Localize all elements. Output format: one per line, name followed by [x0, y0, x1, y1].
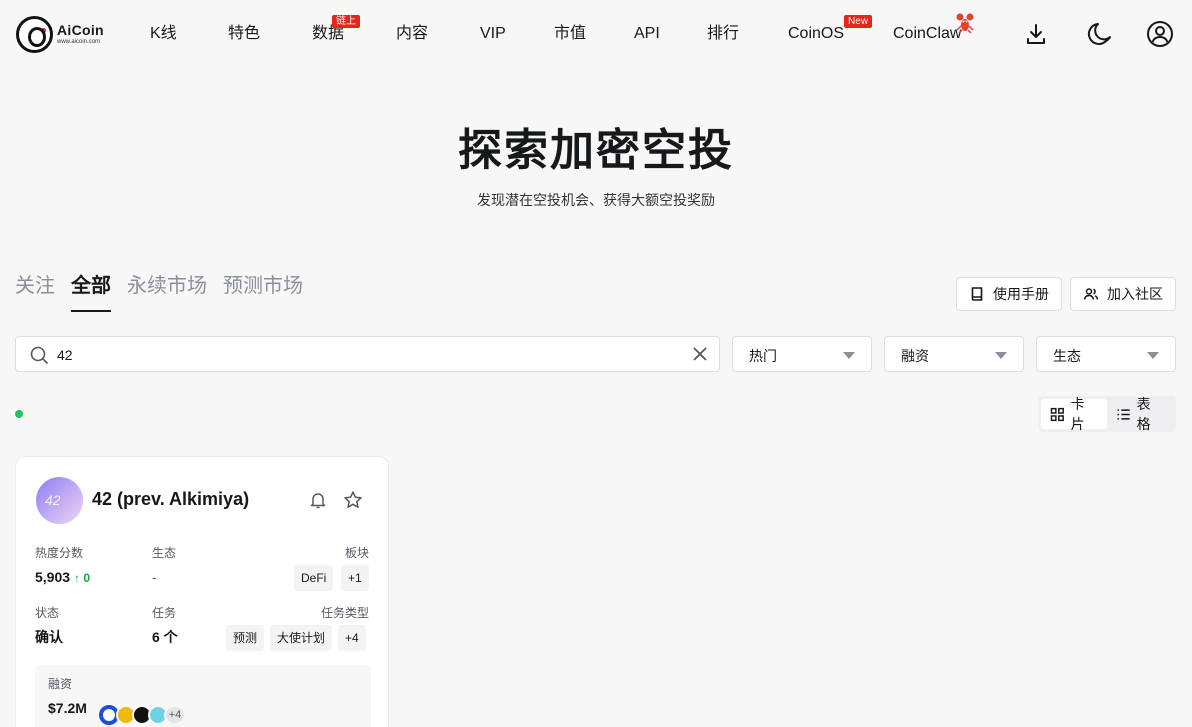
funding-select-value: 融资 [901, 348, 929, 364]
star-icon[interactable] [343, 490, 363, 510]
logo-url: www.aicoin.com [57, 39, 101, 45]
tab-prediction-markets[interactable]: 预测市场 [223, 272, 303, 312]
nav-item-kline[interactable]: K线 [150, 24, 177, 44]
tasks-label: 任务 [152, 606, 177, 620]
status-value: 确认 [35, 629, 63, 645]
logo-name: AiCoin [57, 22, 104, 38]
heat-score-value: 5,903 ↑ 0 [35, 569, 91, 585]
user-manual-label: 使用手册 [993, 286, 1049, 302]
sort-select-value: 热门 [749, 348, 777, 364]
page-title: 探索加密空投 [458, 125, 734, 176]
view-mode-toggle: 卡片 表格 [1038, 396, 1176, 432]
project-name[interactable]: 42 (prev. Alkimiya) [92, 489, 249, 510]
logo-mark-icon [16, 15, 53, 53]
card-view-label: 卡片 [1070, 396, 1085, 432]
nav-item-data[interactable]: 数据 链上 [312, 15, 361, 44]
search-input[interactable]: 42 [57, 346, 73, 364]
search-box: 42 [15, 336, 720, 372]
aicoin-logo[interactable]: AiCoin www.aicoin.com [16, 14, 114, 54]
ecosystem-label: 生态 [152, 546, 177, 560]
card-view-button[interactable]: 卡片 [1041, 396, 1107, 432]
onchain-badge: 链上 [332, 15, 361, 28]
task-type-label: 任务类型 [320, 606, 369, 620]
table-view-button[interactable]: 表格 [1107, 396, 1173, 432]
join-community-label: 加入社区 [1107, 286, 1163, 302]
download-icon[interactable] [1022, 20, 1050, 48]
chevron-down-icon [843, 352, 855, 359]
search-icon [30, 346, 48, 364]
tab-perpetual-markets[interactable]: 永续市场 [127, 272, 207, 312]
funding-select[interactable]: 融资 [884, 336, 1024, 372]
top-navbar: AiCoin www.aicoin.com K线 特色 数据 链上 内容 VIP… [0, 0, 1192, 68]
task-type-tag: 预测 [226, 625, 265, 651]
clear-search-icon[interactable] [692, 346, 708, 362]
chevron-down-icon [1147, 352, 1159, 359]
project-avatar: 42 [36, 477, 83, 524]
user-account-icon[interactable] [1146, 20, 1174, 48]
task-type-more-tag[interactable]: +4 [338, 625, 366, 651]
funding-label: 融资 [48, 677, 73, 691]
tab-following[interactable]: 关注 [15, 272, 55, 312]
heat-score-label: 热度分数 [35, 546, 84, 560]
ecosystem-select-value: 生态 [1053, 348, 1081, 364]
nav-item-coinclaw[interactable]: CoinClaw [893, 24, 961, 44]
investors-more[interactable]: +4 [164, 705, 186, 725]
heat-change: ↑ 0 [74, 571, 91, 585]
table-view-label: 表格 [1136, 396, 1151, 432]
nav-item-market-cap[interactable]: 市值 [554, 24, 586, 44]
tab-all[interactable]: 全部 [71, 272, 111, 312]
status-label: 状态 [35, 606, 60, 620]
nav-item-vip[interactable]: VIP [480, 24, 506, 44]
join-community-button[interactable]: 加入社区 [1070, 277, 1176, 311]
page-subtitle: 发现潜在空投机会、获得大额空投奖励 [477, 192, 715, 208]
live-status-dot [15, 410, 23, 418]
task-type-tag: 大使计划 [270, 625, 333, 651]
community-users-icon [1083, 288, 1099, 300]
nav-item-coinos[interactable]: CoinOS New [788, 15, 873, 44]
nav-item-ranking[interactable]: 排行 [707, 24, 739, 44]
sector-tag: DeFi [294, 565, 334, 591]
nav-item-content[interactable]: 内容 [396, 24, 428, 44]
ecosystem-select[interactable]: 生态 [1036, 336, 1176, 372]
sort-select-hot[interactable]: 热门 [732, 336, 872, 372]
category-tabs: 关注 全部 永续市场 预测市场 [15, 272, 319, 314]
funding-section: 融资 $7.2M +4 [35, 665, 371, 727]
new-badge: New [844, 15, 873, 28]
list-icon [1117, 408, 1130, 420]
ecosystem-value: - [152, 569, 157, 585]
book-icon [971, 287, 983, 301]
user-manual-button[interactable]: 使用手册 [956, 277, 1062, 311]
chevron-down-icon [995, 352, 1007, 359]
airdrop-project-card[interactable]: 42 42 (prev. Alkimiya) 热度分数 5,903 ↑ 0 生态 … [15, 456, 389, 727]
grid-icon [1050, 407, 1064, 421]
nav-item-api[interactable]: API [634, 24, 660, 44]
lobster-icon [956, 13, 974, 34]
nav-item-features[interactable]: 特色 [228, 24, 260, 44]
funding-value: $7.2M [48, 700, 87, 716]
dark-mode-moon-icon[interactable] [1086, 20, 1114, 48]
sector-label: 板块 [344, 546, 369, 560]
sector-more-tag[interactable]: +1 [341, 565, 369, 591]
bell-icon[interactable] [308, 490, 328, 510]
tasks-value: 6 个 [152, 629, 178, 645]
